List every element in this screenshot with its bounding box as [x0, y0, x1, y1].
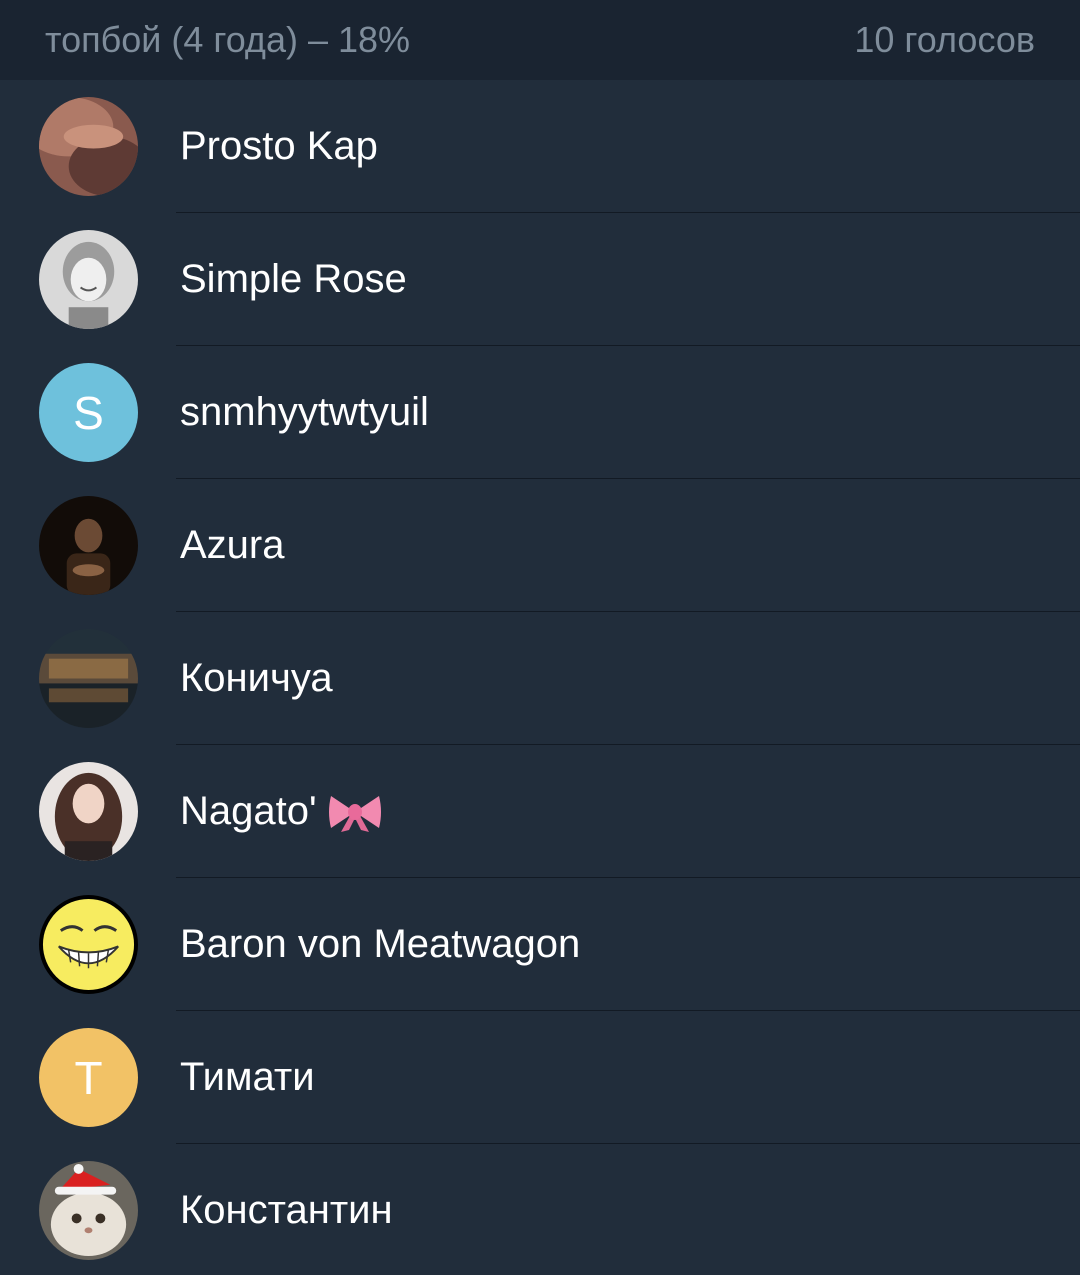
voter-row[interactable]: Azura: [0, 479, 1080, 612]
avatar: [39, 895, 138, 994]
voter-name: Константин: [180, 1188, 393, 1232]
voter-name: Azura: [180, 523, 285, 567]
voters-list: Prosto Kap Simple Rose S snmhyytwtyuil A…: [0, 80, 1080, 1275]
voter-name: Коничуа: [180, 656, 333, 700]
voter-name: Simple Rose: [180, 257, 407, 301]
avatar: [39, 1161, 138, 1260]
avatar: [39, 629, 138, 728]
avatar: [39, 97, 138, 196]
vote-count: 10 голосов: [854, 19, 1035, 60]
voter-row[interactable]: S snmhyytwtyuil: [0, 346, 1080, 479]
voter-name: snmhyytwtyuil: [180, 390, 429, 434]
avatar-letter: T: [39, 1028, 138, 1127]
poll-option-header: топбой (4 года) – 18% 10 голосов: [0, 0, 1080, 80]
voter-row[interactable]: T Тимати: [0, 1011, 1080, 1144]
voter-name: Тимати: [180, 1055, 315, 1099]
avatar: [39, 496, 138, 595]
voter-row[interactable]: Prosto Kap: [0, 80, 1080, 213]
voter-row[interactable]: Simple Rose: [0, 213, 1080, 346]
voter-row[interactable]: Baron von Meatwagon: [0, 878, 1080, 1011]
voter-name: Prosto Kap: [180, 124, 378, 168]
voter-row[interactable]: Nagato': [0, 745, 1080, 878]
voter-name: Nagato': [180, 745, 383, 878]
poll-option-label: топбой (4 года) – 18%: [45, 19, 411, 60]
avatar: [39, 230, 138, 329]
voter-row[interactable]: Коничуа: [0, 612, 1080, 745]
voter-name: Baron von Meatwagon: [180, 922, 581, 966]
avatar: [39, 762, 138, 861]
ribbon-bow-emoji: [327, 790, 383, 834]
voter-row[interactable]: Константин: [0, 1144, 1080, 1275]
avatar-letter: S: [39, 363, 138, 462]
